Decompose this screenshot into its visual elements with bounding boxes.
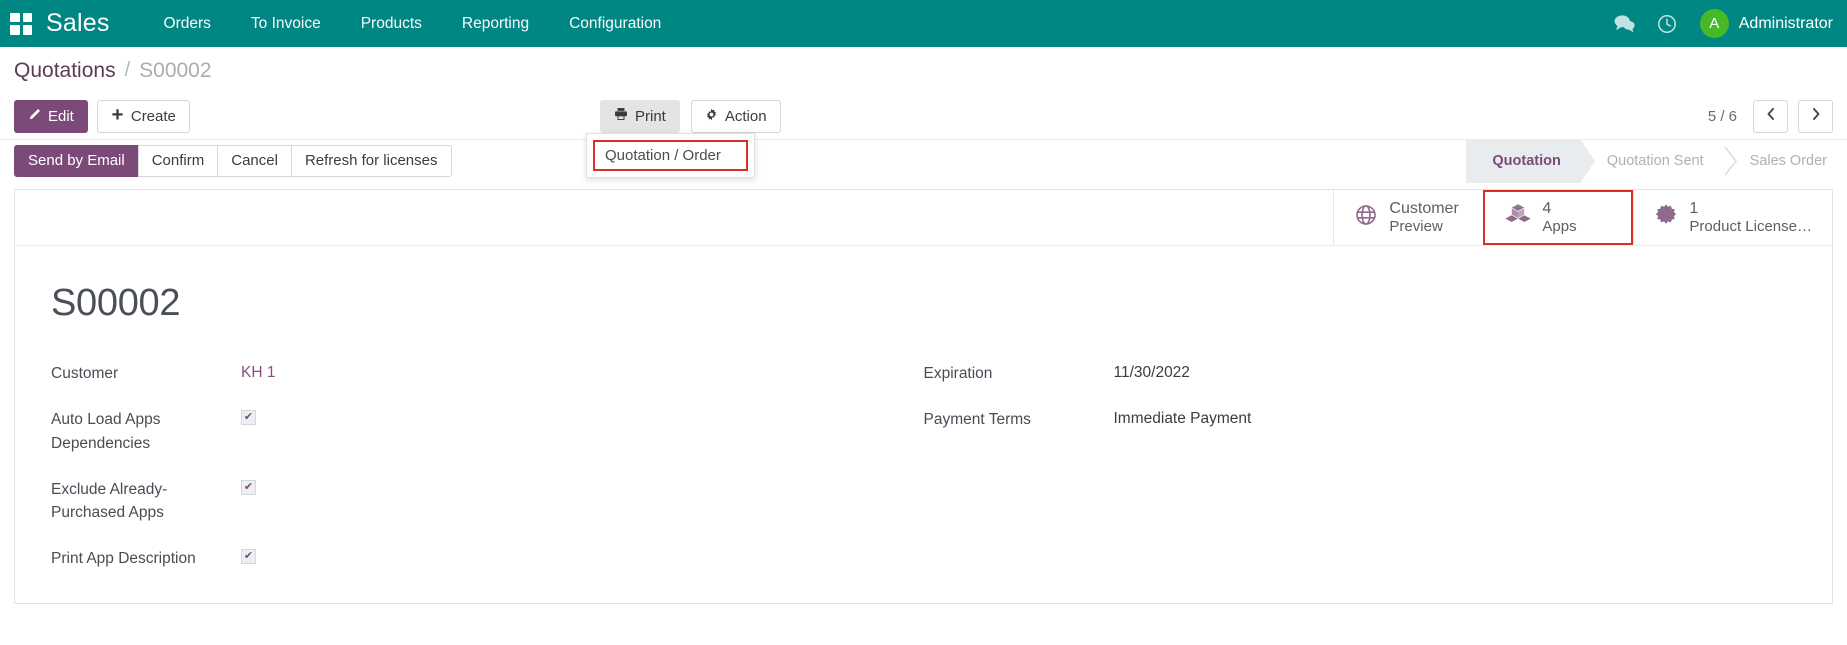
chevron-left-icon bbox=[1765, 107, 1777, 126]
form-sheet-wrapper: Customer Preview 4 Apps 1 Product Licens… bbox=[0, 189, 1847, 604]
record-pager: 5 / 6 bbox=[1708, 100, 1833, 133]
status-bar: Quotation Quotation Sent Sales Order bbox=[1466, 139, 1847, 183]
stat-button-product-licenses[interactable]: 1 Product License… bbox=[1633, 190, 1832, 245]
breadcrumb-separator: / bbox=[124, 59, 131, 81]
field-value-customer[interactable]: KH 1 bbox=[241, 361, 275, 384]
status-quotation-sent-label: Quotation Sent bbox=[1606, 153, 1704, 169]
page-title: S00002 bbox=[51, 282, 181, 324]
status-quotation-sent[interactable]: Quotation Sent bbox=[1581, 140, 1724, 183]
stat-value-customer: Customer bbox=[1389, 199, 1459, 217]
form-body: S00002 Customer KH 1 Auto Load Apps Depe… bbox=[15, 246, 1832, 603]
field-label-customer: Customer bbox=[51, 365, 119, 382]
gear-icon bbox=[705, 108, 718, 126]
workflow-buttons: Send by Email Confirm Cancel Refresh for… bbox=[14, 145, 452, 177]
form-sheet: Customer Preview 4 Apps 1 Product Licens… bbox=[14, 189, 1833, 604]
field-checkbox-exclude-already-purchased-apps[interactable]: ✔ bbox=[241, 479, 256, 495]
field-label-auto-load-apps-dependencies: Auto Load Apps Dependencies bbox=[51, 411, 161, 452]
status-quotation[interactable]: Quotation bbox=[1466, 139, 1596, 183]
field-label-payment-terms: Payment Terms bbox=[923, 411, 1031, 429]
avatar: A bbox=[1699, 9, 1729, 38]
pager-next-button[interactable] bbox=[1798, 100, 1833, 133]
cancel-button[interactable]: Cancel bbox=[217, 145, 292, 177]
breadcrumb-parent-quotations[interactable]: Quotations bbox=[14, 59, 116, 83]
chevron-right-icon bbox=[1810, 107, 1822, 126]
control-panel-bottom-row: Send by Email Confirm Cancel Refresh for… bbox=[0, 139, 1847, 183]
print-button[interactable]: Print bbox=[600, 100, 680, 133]
print-button-label: Print bbox=[635, 107, 666, 125]
menu-item-reporting[interactable]: Reporting bbox=[442, 9, 549, 39]
refresh-for-licenses-button[interactable]: Refresh for licenses bbox=[290, 145, 452, 177]
stat-button-customer-preview-text: Customer Preview bbox=[1389, 199, 1458, 237]
edit-button-label: Edit bbox=[48, 107, 74, 125]
field-value-payment-terms[interactable]: Immediate Payment bbox=[1114, 407, 1252, 430]
field-row-payment-terms: Payment Terms Immediate Payment bbox=[924, 407, 1757, 431]
edit-button[interactable]: Edit bbox=[14, 100, 88, 133]
pager-previous-button[interactable] bbox=[1753, 100, 1788, 133]
field-value-expiration[interactable]: 11/30/2022 bbox=[1114, 361, 1190, 384]
field-label-print-app-description: Print App Description bbox=[51, 550, 196, 568]
control-panel-top-row: Edit Create Print Action 5 / 6 bbox=[14, 94, 1833, 139]
stat-button-row: Customer Preview 4 Apps 1 Product Licens… bbox=[15, 190, 1832, 246]
stat-button-product-licenses-text: 1 Product License… bbox=[1689, 199, 1812, 237]
form-grid: Customer KH 1 Auto Load Apps Dependencie… bbox=[51, 361, 1796, 593]
user-menu[interactable]: A Administrator bbox=[1688, 9, 1833, 38]
field-label-exclude-already-purchased-apps: Exclude Already-Purchased Apps bbox=[51, 480, 168, 521]
apps-boxes-icon bbox=[1505, 203, 1532, 232]
stat-label-product-licenses: Product License… bbox=[1689, 218, 1812, 236]
menu-item-orders[interactable]: Orders bbox=[144, 9, 231, 39]
navbar-right: A Administrator bbox=[1604, 9, 1833, 38]
field-checkbox-print-app-description[interactable]: ✔ bbox=[241, 549, 256, 565]
stat-button-customer-preview[interactable]: Customer Preview bbox=[1333, 190, 1483, 245]
stat-value-product-licenses: 1 bbox=[1689, 199, 1699, 217]
send-by-email-button[interactable]: Send by Email bbox=[14, 145, 139, 177]
main-menu: Orders To Invoice Products Reporting Con… bbox=[144, 9, 682, 39]
action-button-label: Action bbox=[724, 107, 767, 125]
status-sales-order[interactable]: Sales Order bbox=[1724, 140, 1847, 183]
user-name: Administrator bbox=[1738, 14, 1833, 32]
create-button-label: Create bbox=[130, 107, 176, 125]
field-row-customer: Customer KH 1 bbox=[51, 361, 884, 385]
stat-button-apps[interactable]: 4 Apps bbox=[1483, 190, 1634, 245]
chevron-right-icon bbox=[1724, 146, 1737, 176]
status-sales-order-label: Sales Order bbox=[1749, 153, 1827, 169]
field-row-exclude-already-purchased-apps: Exclude Already-Purchased Apps ✔ bbox=[51, 477, 884, 525]
chat-bubbles-icon[interactable] bbox=[1604, 14, 1646, 33]
form-column-left: Customer KH 1 Auto Load Apps Dependencie… bbox=[51, 361, 924, 593]
field-checkbox-auto-load-apps-dependencies[interactable]: ✔ bbox=[241, 410, 256, 426]
field-row-auto-load-apps-dependencies: Auto Load Apps Dependencies ✔ bbox=[51, 407, 884, 455]
stat-label-preview: Preview bbox=[1389, 218, 1443, 236]
confirm-button[interactable]: Confirm bbox=[137, 145, 219, 177]
stat-button-apps-text: 4 Apps bbox=[1542, 199, 1576, 237]
stat-label-apps: Apps bbox=[1542, 218, 1577, 236]
app-brand-sales[interactable]: Sales bbox=[46, 9, 110, 38]
gear-badge-icon bbox=[1654, 203, 1678, 232]
field-label-expiration: Expiration bbox=[923, 365, 993, 382]
printer-icon bbox=[614, 107, 628, 126]
plus-icon bbox=[111, 108, 124, 126]
globe-icon bbox=[1354, 203, 1378, 232]
field-row-print-app-description: Print App Description ✔ bbox=[51, 546, 884, 570]
top-navbar: Sales Orders To Invoice Products Reporti… bbox=[0, 0, 1847, 47]
breadcrumb-current-record: S00002 bbox=[139, 58, 212, 82]
record-action-buttons: Edit Create bbox=[14, 100, 190, 133]
pencil-icon bbox=[28, 108, 41, 126]
menu-item-configuration[interactable]: Configuration bbox=[549, 9, 681, 39]
clock-icon[interactable] bbox=[1646, 14, 1688, 34]
control-panel: Edit Create Print Action 5 / 6 Send by E… bbox=[0, 94, 1847, 183]
field-row-expiration: Expiration 11/30/2022 bbox=[924, 361, 1757, 385]
dropdown-item-quotation-order[interactable]: Quotation / Order bbox=[593, 140, 748, 171]
menu-item-products[interactable]: Products bbox=[341, 9, 442, 39]
breadcrumb: Quotations / S00002 bbox=[0, 47, 1847, 94]
pager-counter: 5 / 6 bbox=[1707, 108, 1737, 125]
action-button[interactable]: Action bbox=[690, 100, 781, 133]
create-button[interactable]: Create bbox=[96, 100, 190, 133]
status-quotation-label: Quotation bbox=[1492, 153, 1561, 169]
form-column-right: Expiration 11/30/2022 Payment Terms Imme… bbox=[924, 361, 1797, 593]
menu-item-to-invoice[interactable]: To Invoice bbox=[231, 9, 341, 39]
apps-grid-icon[interactable] bbox=[10, 12, 32, 35]
stat-value-apps: 4 bbox=[1542, 199, 1552, 217]
print-dropdown-menu: Quotation / Order bbox=[586, 133, 755, 178]
